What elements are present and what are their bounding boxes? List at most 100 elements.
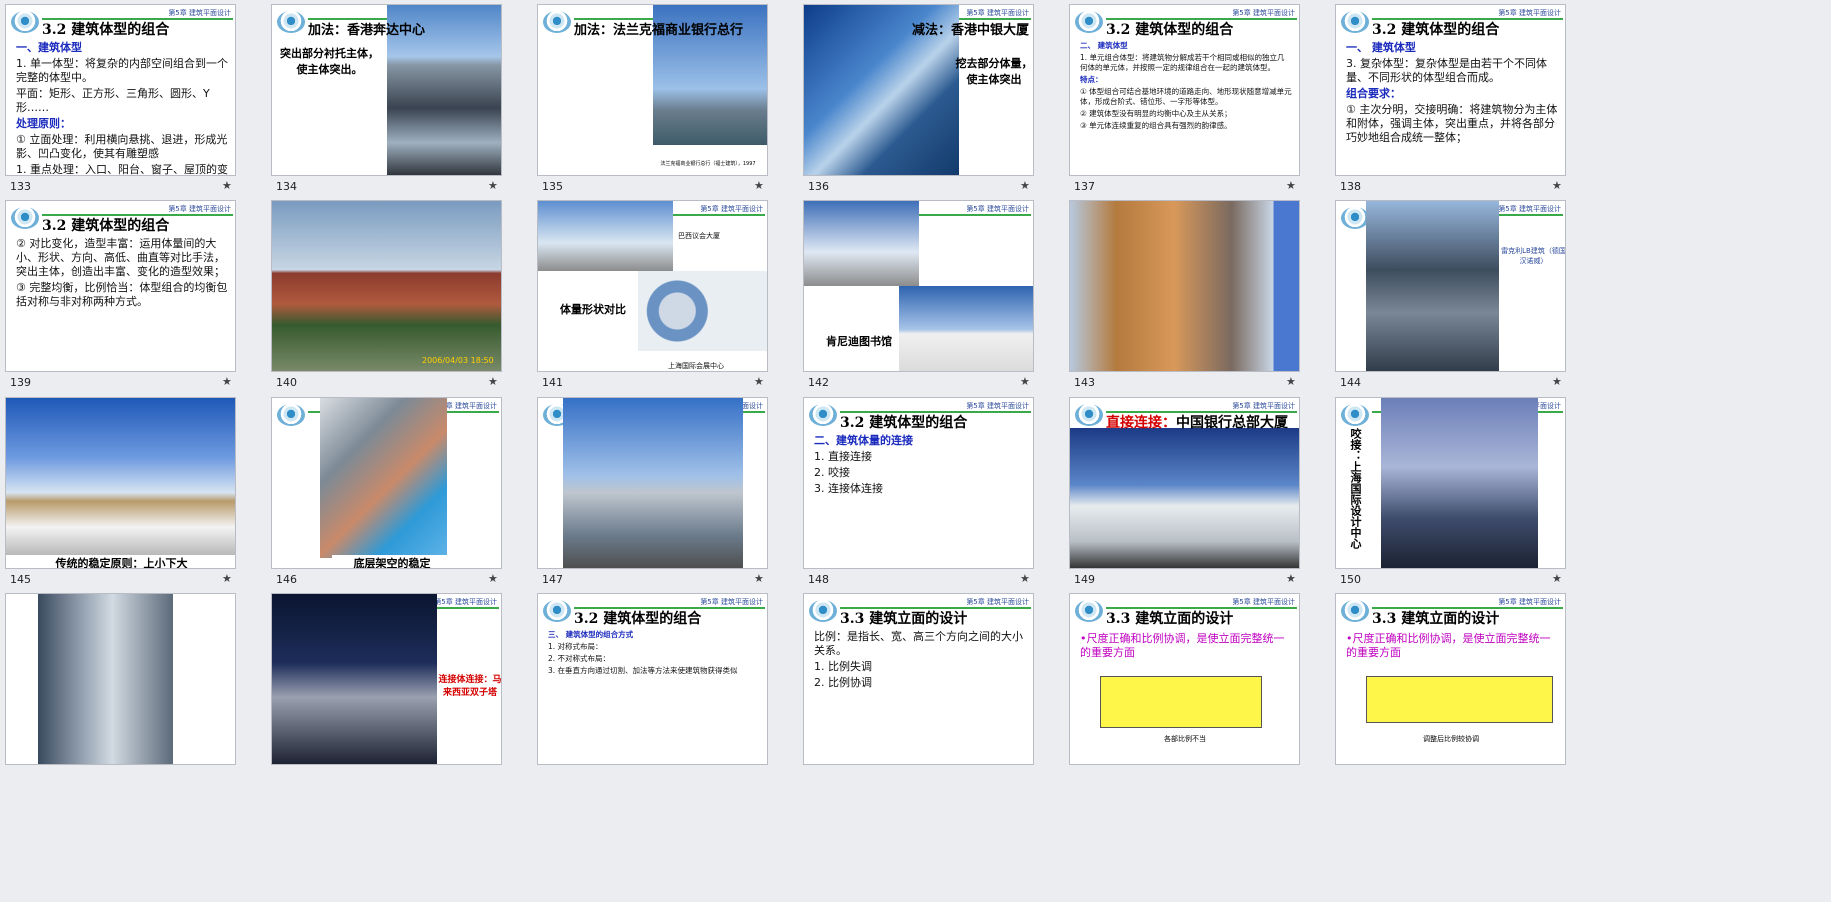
slide-thumbnail[interactable]: 第5章 建筑平面设计 底层架空的稳定 <box>271 397 502 569</box>
slide-thumbnail[interactable]: 第5章 建筑平面设计雷克利LB建筑（德国 汉诺威） <box>1335 200 1566 372</box>
slide-title: 3.2 建筑体型的组合 <box>1372 22 1500 38</box>
slide-thumbnail[interactable]: 第5章 建筑平面设计加法：法兰克福商业银行总行法兰克福商业银行总行（福士建筑），… <box>537 4 768 176</box>
slide-body-line: •尺度正确和比例协调，是使立面完整统一的重要方面 <box>1346 632 1551 659</box>
slide-transition-icon[interactable]: ★ <box>1286 375 1296 388</box>
slide-thumbnail[interactable]: 第5章 建筑平面设计 肯尼迪图书馆 <box>803 200 1034 372</box>
slide-thumbnail[interactable]: 第5章 建筑平面设计 3.2 建筑体型的组合 二、 建筑体型 1. 单元组合体型：将建… <box>1069 4 1300 176</box>
slide-thumbnail[interactable]: 第5章 建筑平面设计 <box>1069 200 1300 372</box>
slide-title: 3.2 建筑体型的组合 <box>574 611 702 627</box>
slide-number: 150 <box>1340 573 1361 586</box>
slide-caption: 突出部分衬托主体，使主体突出。 <box>280 47 379 76</box>
slide-number: 134 <box>276 180 297 193</box>
slide-number: 145 <box>10 573 31 586</box>
slide-transition-icon[interactable]: ★ <box>222 572 232 585</box>
slide-body-line: ① 立面处理：利用横向悬挑、退进，形成光影、凹凸变化，使其有雕塑感 <box>16 133 228 160</box>
slide-transition-icon[interactable]: ★ <box>1020 375 1030 388</box>
slide-number: 148 <box>808 573 829 586</box>
slide-transition-icon[interactable]: ★ <box>1552 375 1562 388</box>
slide-body-line: 一、 建筑体型 <box>1346 41 1416 54</box>
slide-body-line: 3. 连接体连接 <box>814 482 883 495</box>
slide-header-text: 第5章 建筑平面设计 <box>168 205 231 213</box>
slide-transition-icon[interactable]: ★ <box>488 179 498 192</box>
university-logo-icon <box>277 11 305 33</box>
slide-body: ② 对比变化，造型丰富：运用体量间的大小、形状、方向、高低、曲直等对比手法，突出… <box>16 237 228 311</box>
slide-body-line: 比例：是指长、宽、高三个方向之间的大小关系。 <box>814 630 1023 657</box>
slide-transition-icon[interactable]: ★ <box>488 572 498 585</box>
university-logo-icon <box>1341 600 1369 622</box>
slide-header-text: 第5章 建筑平面设计 <box>1498 598 1561 606</box>
university-logo-icon <box>1341 11 1369 33</box>
slide-header-text: 第5章 建筑平面设计 <box>1498 9 1561 17</box>
slide-thumbnail[interactable]: 第5章 建筑平面设计2006/04/03 18:50 <box>271 200 502 372</box>
slide-header-text: 第5章 建筑平面设计 <box>1232 9 1295 17</box>
slide-transition-icon[interactable]: ★ <box>1286 179 1296 192</box>
slide-body: 比例：是指长、宽、高三个方向之间的大小关系。 1. 比例失调 2. 比例协调 <box>814 630 1026 692</box>
slide-thumbnail[interactable]: 第5章 建筑平面设计 3.2 建筑体型的组合 ② 对比变化，造型丰富：运用体量间的大… <box>5 200 236 372</box>
slide-thumbnail[interactable] <box>5 593 236 765</box>
slide-thumbnail[interactable]: 第5章 建筑平面设计连接体连接：马来西亚双子塔 <box>271 593 502 765</box>
slide-thumbnail[interactable]: 第5章 建筑平面设计 3.2 建筑体型的组合 三、 建筑体型的组合方式 1. 对称式布… <box>537 593 768 765</box>
university-logo-icon <box>809 404 837 426</box>
university-logo-icon <box>809 600 837 622</box>
slide-body-line: •尺度正确和比例协调，是使立面完整统一的重要方面 <box>1080 632 1285 659</box>
slide-caption: 法兰克福商业银行总行（福士建筑），1997 <box>660 161 756 167</box>
slide-transition-icon[interactable]: ★ <box>1552 179 1562 192</box>
slide-body-line: 1. 单元组合体型：将建筑物分解成若干个相同或相似的独立几何体的单元体，并按照一… <box>1080 53 1285 72</box>
slide-header-text: 第5章 建筑平面设计 <box>1498 205 1561 213</box>
slide-caption: 传统的稳定原则：上小下大 <box>6 555 235 568</box>
slide-transition-icon[interactable]: ★ <box>1020 572 1030 585</box>
slide-header-text: 第5章 建筑平面设计 <box>700 205 763 213</box>
facade-drawing <box>1100 676 1262 728</box>
slide-thumbnail[interactable]: 第5章 建筑平面设计 3.2 建筑体型的组合 二、建筑体量的连接 1. 直接连接 2. … <box>803 397 1034 569</box>
slide-label: 上海国际会展中心 <box>668 362 724 370</box>
slide-thumbnail[interactable]: 第5章 建筑平面设计 体量形状对比 巴西议会大厦 上海国际会展中心 <box>537 200 768 372</box>
slide-photo <box>804 201 919 286</box>
slide-caption: 肯尼迪图书馆 <box>826 335 892 348</box>
slide-thumbnail[interactable]: 第5章 建筑平面设计 <box>537 397 768 569</box>
slide-thumbnail[interactable]: 第5章 建筑平面设计加法：香港奔达中心突出部分衬托主体，使主体突出。 <box>271 4 502 176</box>
university-logo-icon <box>1075 11 1103 33</box>
slide-body-line: 1. 对称式布局： <box>548 642 603 651</box>
slide-body-line: 1. 单一体型：将复杂的内部空间组合到一个完整的体型中。 <box>16 57 228 84</box>
slide-transition-icon[interactable]: ★ <box>754 572 764 585</box>
slide-body-line: 组合要求： <box>1346 87 1401 100</box>
slide-thumbnail[interactable]: 第5章 建筑平面设计 减法：香港中银大厦 挖去部分体量，使主体突出 <box>803 4 1034 176</box>
slide-body: 二、建筑体量的连接 1. 直接连接 2. 咬接 3. 连接体连接 <box>814 434 1026 498</box>
slide-number: 144 <box>1340 376 1361 389</box>
slide-title: 3.2 建筑体型的组合 <box>42 22 170 38</box>
slide-body-line: ① 主次分明，交接明确：将建筑物分为主体和附体，强调主体，突出重点，并将各部分巧… <box>1346 103 1558 144</box>
slide-body-line: ① 体型组合可结合基地环境的道路走向、地形现状随意增减单元体，形成台阶式、错位形… <box>1080 87 1292 106</box>
university-logo-icon <box>11 207 39 229</box>
slide-thumbnail[interactable]: 第5章 建筑平面设计 3.3 建筑立面的设计 •尺度正确和比例协调，是使立面完整统一… <box>1335 593 1566 765</box>
slide-transition-icon[interactable]: ★ <box>222 375 232 388</box>
slide-thumbnail[interactable]: 第5章 建筑平面设计 3.2 建筑体型的组合 一、建筑体型 1. 单一体型：将复杂的内… <box>5 4 236 176</box>
slide-thumbnail[interactable]: 第5章 建筑平面设计 直接连接： 中国银行总部大厦 <box>1069 397 1300 569</box>
slide-transition-icon[interactable]: ★ <box>222 179 232 192</box>
slide-label: 巴西议会大厦 <box>678 232 720 240</box>
slide-photo <box>1070 428 1299 568</box>
slide-caption: 雷克利LB建筑（德国 汉诺威） <box>1501 247 1566 265</box>
slide-transition-icon[interactable]: ★ <box>1286 572 1296 585</box>
slide-thumbnail[interactable]: 第5章 建筑平面设计咬接：上海国际设计中心 <box>1335 397 1566 569</box>
slide-header-text: 第5章 建筑平面设计 <box>700 598 763 606</box>
slide-title: 3.3 建筑立面的设计 <box>1372 611 1500 627</box>
slide-transition-icon[interactable]: ★ <box>754 375 764 388</box>
slide-thumbnail[interactable]: 第5章 建筑平面设计 3.3 建筑立面的设计 比例：是指长、宽、高三个方向之间的大小… <box>803 593 1034 765</box>
slide-body-line: 2. 不对称式布局： <box>548 654 611 663</box>
slide-thumbnail[interactable]: 第5章 建筑平面设计 3.2 建筑体型的组合一、 建筑体型 3. 复杂体型：复杂体型… <box>1335 4 1566 176</box>
slide-body-line: 特点： <box>1080 75 1103 84</box>
slide-body: 一、 建筑体型 3. 复杂体型：复杂体型是由若干个不同体量、不同形状的体型组合而成… <box>1346 41 1558 147</box>
slide-transition-icon[interactable]: ★ <box>1020 179 1030 192</box>
slide-header-text: 第5章 建筑平面设计 <box>434 598 497 606</box>
slide-number: 141 <box>542 376 563 389</box>
slide-thumbnail[interactable]: 传统的稳定原则：上小下大 <box>5 397 236 569</box>
slide-number: 136 <box>808 180 829 193</box>
slide-caption: 连接体连接：马来西亚双子塔 <box>438 675 502 698</box>
university-logo-icon <box>1341 404 1369 426</box>
slide-transition-icon[interactable]: ★ <box>488 375 498 388</box>
slide-transition-icon[interactable]: ★ <box>754 179 764 192</box>
slide-title: 3.3 建筑立面的设计 <box>840 611 968 627</box>
slide-body-line: 3. 在垂直方向通过切割、加法等方法来使建筑物获得类似 <box>548 666 738 675</box>
slide-thumbnail[interactable]: 第5章 建筑平面设计 3.3 建筑立面的设计 •尺度正确和比例协调，是使立面完整统一… <box>1069 593 1300 765</box>
slide-transition-icon[interactable]: ★ <box>1552 572 1562 585</box>
